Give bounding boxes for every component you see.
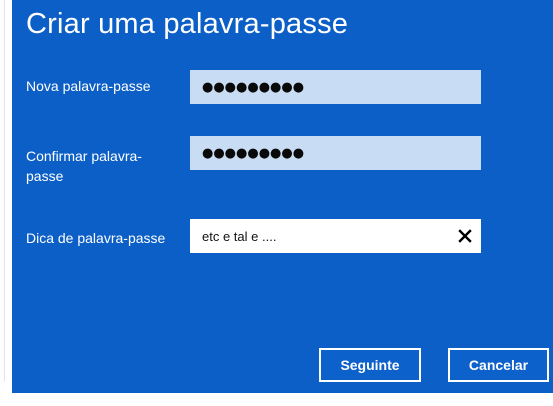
new-password-label: Nova palavra-passe bbox=[26, 78, 151, 94]
cancel-button[interactable]: Cancelar bbox=[448, 348, 549, 382]
new-password-field[interactable]: ●●●●●●●●● bbox=[190, 70, 481, 104]
clear-hint-button[interactable] bbox=[455, 226, 475, 246]
dialog-title: Criar uma palavra-passe bbox=[26, 8, 349, 40]
confirm-password-masked-value: ●●●●●●●●● bbox=[202, 145, 305, 161]
next-button[interactable]: Seguinte bbox=[319, 348, 421, 382]
screen: Criar uma palavra-passe Nova palavra-pas… bbox=[0, 0, 553, 406]
password-hint-label: Dica de palavra-passe bbox=[26, 230, 166, 246]
new-password-masked-value: ●●●●●●●●● bbox=[202, 79, 305, 95]
close-icon bbox=[458, 229, 472, 243]
window-border bbox=[4, 0, 5, 382]
background-window-edge bbox=[0, 0, 12, 406]
confirm-password-label: Confirmar palavra-passe bbox=[26, 148, 142, 184]
create-password-dialog: Criar uma palavra-passe Nova palavra-pas… bbox=[12, 0, 553, 393]
confirm-password-field[interactable]: ●●●●●●●●● bbox=[190, 136, 481, 170]
password-hint-value: etc e tal e .... bbox=[202, 228, 277, 244]
password-hint-field[interactable]: etc e tal e .... bbox=[190, 219, 481, 253]
